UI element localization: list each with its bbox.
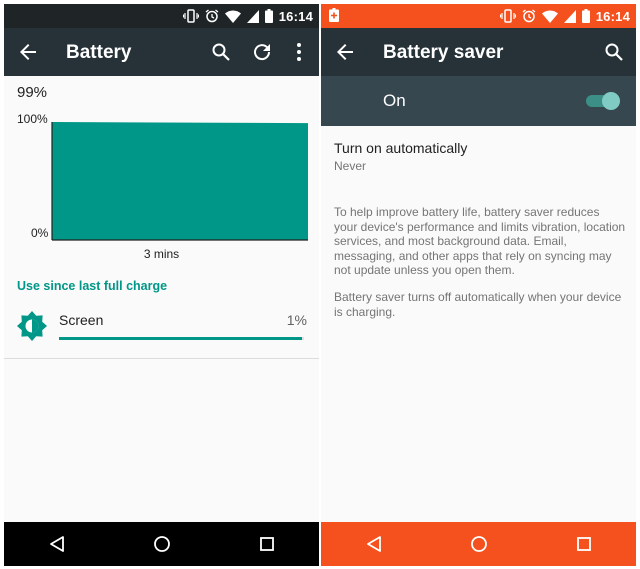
navigation-bar <box>4 522 319 566</box>
battery-saver-notification-icon <box>329 8 339 22</box>
usage-bar-fill <box>59 337 302 340</box>
clock: 16:14 <box>278 8 313 24</box>
charging-note-text: Battery saver turns off automatically wh… <box>334 290 622 319</box>
back-icon <box>49 536 64 552</box>
alarm-icon <box>205 9 219 23</box>
battery-screen: 16:14 Battery 99% 100% 0% 3 mins Use sin… <box>4 4 319 566</box>
nav-recents-button[interactable] <box>564 524 604 564</box>
auto-on-value: Never <box>334 159 367 173</box>
overflow-menu-icon[interactable] <box>287 40 311 64</box>
app-bar: Battery saver <box>321 28 636 76</box>
page-title: Battery <box>66 42 132 63</box>
home-icon <box>153 536 170 552</box>
vibrate-icon <box>499 9 516 23</box>
refresh-icon[interactable] <box>250 40 274 64</box>
battery-saver-toggle[interactable] <box>586 92 620 110</box>
clock: 16:14 <box>595 8 630 24</box>
usage-item-screen[interactable]: Screen 1% <box>4 304 319 354</box>
page-title: Battery saver <box>383 42 504 63</box>
nav-home-button[interactable] <box>459 524 499 564</box>
wifi-icon <box>541 10 558 23</box>
search-icon[interactable] <box>209 40 233 64</box>
recents-icon <box>576 537 591 551</box>
auto-on-title[interactable]: Turn on automatically <box>334 140 467 156</box>
y-tick-label-top: 100% <box>17 112 48 126</box>
status-bar: 16:14 <box>4 4 319 28</box>
description-text: To help improve battery life, battery sa… <box>334 205 626 277</box>
battery-history-chart[interactable] <box>16 114 310 264</box>
battery-level-area <box>52 122 308 240</box>
back-arrow-icon[interactable] <box>16 40 40 64</box>
usage-item-label: Screen <box>59 312 104 328</box>
nav-home-button[interactable] <box>142 524 182 564</box>
divider <box>4 358 319 359</box>
signal-icon <box>563 9 576 23</box>
recents-icon <box>259 537 274 551</box>
master-switch-bar[interactable]: On <box>321 76 636 126</box>
nav-recents-button[interactable] <box>247 524 287 564</box>
app-bar: Battery <box>4 28 319 76</box>
status-bar: 16:14 <box>321 4 636 28</box>
vibrate-icon <box>182 9 199 23</box>
y-tick-label-bottom: 0% <box>31 226 49 240</box>
x-axis-label: 3 mins <box>143 247 180 261</box>
battery-icon <box>581 9 590 23</box>
usage-bar-track <box>59 337 304 340</box>
battery-percent: 99% <box>17 84 48 101</box>
navigation-bar <box>321 522 636 566</box>
battery-icon <box>264 9 273 23</box>
home-icon <box>470 536 487 552</box>
battery-saver-screen: 16:14 Battery saver On Turn on automatic… <box>321 4 636 566</box>
toggle-thumb <box>602 92 620 110</box>
switch-label: On <box>383 91 406 110</box>
wifi-icon <box>224 10 241 23</box>
alarm-icon <box>522 9 536 23</box>
signal-icon <box>246 9 259 23</box>
section-header: Use since last full charge <box>17 279 168 293</box>
usage-item-percent: 1% <box>286 312 307 328</box>
back-icon <box>366 536 381 552</box>
nav-back-button[interactable] <box>354 524 394 564</box>
brightness-icon <box>17 311 47 341</box>
nav-back-button[interactable] <box>37 524 77 564</box>
back-arrow-icon[interactable] <box>333 40 357 64</box>
search-icon[interactable] <box>602 40 626 64</box>
